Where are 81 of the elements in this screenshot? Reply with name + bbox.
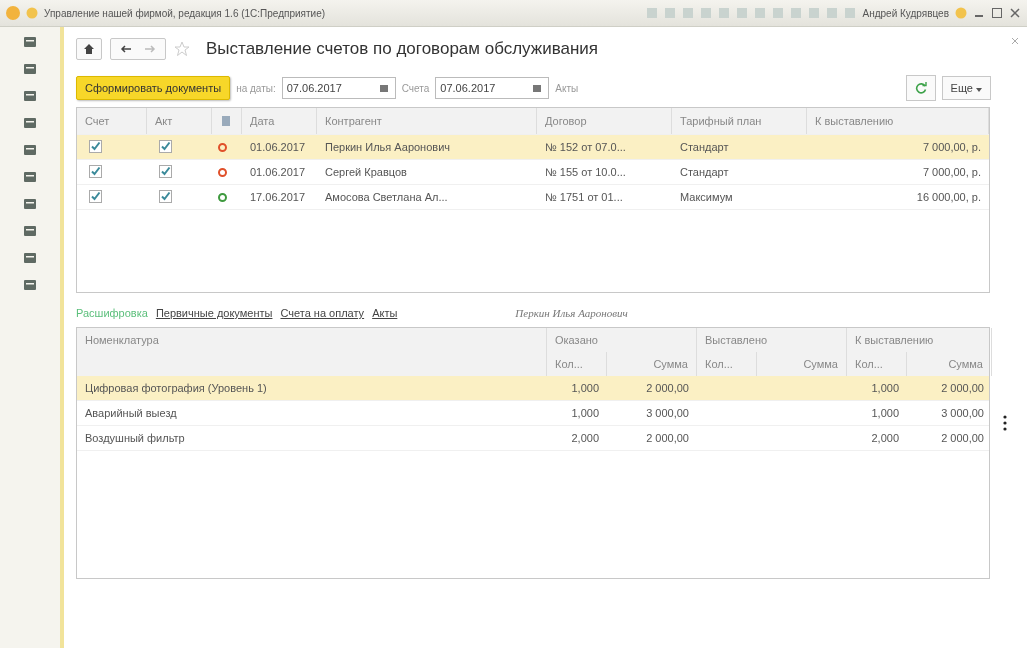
tab[interactable]: Первичные документы [155,307,273,319]
table-row[interactable]: 01.06.2017 Сергей Кравцов № 155 от 10.0... Стандарт 7 000,00, р. [77,160,989,185]
column-header[interactable]: Счет [77,108,147,134]
table-row[interactable]: 01.06.2017 Перкин Илья Ааронович № 152 от 07.0... Стандарт 7 000,00, р. [77,135,989,160]
column-header[interactable]: Тарифный план [672,108,807,134]
close-icon[interactable] [1009,7,1021,19]
more-options-icon[interactable] [1003,415,1007,431]
table-cell-text: 2,000 [870,432,900,444]
refresh-icon [914,82,927,94]
table-cell-text: № 1751 от 01... [544,191,624,203]
table-cell-text: Воздушный фильтр [84,432,186,444]
date-field[interactable]: 07.06.2017 [281,77,396,99]
page-title: Выставление счетов по договорам обслуживания [206,39,599,59]
table-cell-text: 2,000 [570,432,600,444]
table-cell-text: 01.06.2017 [249,141,307,153]
table-row[interactable]: Воздушный фильтр 2,000 2 000,00 2,000 2 000,00 [77,426,989,451]
table-cell-text: 7 000,00, р. [921,141,982,153]
more-button[interactable]: Еще [941,76,991,100]
column-header[interactable]: Выставлено [697,328,847,352]
table-cell-text: Стандарт [679,166,730,178]
acts-label: Акты [555,82,579,94]
table-cell-text: 2 000,00 [645,432,690,444]
table-cell-text: № 155 от 10.0... [544,166,627,178]
table-cell-text: 7 000,00, р. [921,166,982,178]
column-header[interactable]: Договор [537,108,672,134]
table-cell-text: 2 000,00 [645,382,690,394]
checkbox[interactable] [159,189,172,203]
column-header[interactable]: Дата [242,108,317,134]
date-input[interactable]: 07.06.2017 [282,82,369,94]
table-row[interactable]: Аварийный выезд 1,000 3 000,00 1,000 3 000,00 [77,401,989,426]
table-cell-text: Амосова Светлана Ал... [324,191,449,203]
document-icon[interactable] [220,115,232,127]
back-arrow-icon[interactable] [120,43,132,55]
tab[interactable]: Расшифровка [76,307,148,319]
table-row[interactable]: 17.06.2017 Амосова Светлана Ал... № 1751 от 01... Максимум 16 000,00, р. [77,185,989,210]
table-cell-text: 1,000 [570,382,600,394]
table-cell-text: 01.06.2017 [249,166,307,178]
table-cell-text: 17.06.2017 [249,191,307,203]
table-cell-text: Сергей Кравцов [324,166,408,178]
column-header[interactable]: К выставлению [847,328,992,352]
table-row[interactable]: Цифровая фотография (Уровень 1) 1,000 2 000,00 1,000 2 000,00 [77,376,989,401]
checkbox[interactable] [89,164,102,178]
app-logo-icon [6,6,20,20]
table-cell-text: 16 000,00, р. [915,191,982,203]
table-cell-text: Цифровая фотография (Уровень 1) [84,382,268,394]
date-label: на даты: [236,82,276,94]
home-icon [83,43,95,55]
column-header[interactable]: Контрагент [317,108,537,134]
table-cell-text: 1,000 [570,407,600,419]
table-cell-text: 1,000 [870,407,900,419]
table-cell-text: № 152 от 07.0... [544,141,627,153]
column-header[interactable]: Акт [147,108,212,134]
table-cell-text: 2 000,00 [940,432,985,444]
column-header[interactable]: К выставлению [807,108,989,134]
date-field[interactable]: 07.06.2017 [435,77,550,99]
counterparty-name: Перкин Илья Ааронович [515,307,628,319]
window-title: Управление нашей фирмой, редакция 1.6 (1С:Предприятие) [44,7,326,19]
caret-icon [976,88,982,92]
table-cell-text: 1,000 [870,382,900,394]
checkbox[interactable] [89,139,102,153]
user-name[interactable]: Андрей Кудрявцев [862,7,949,19]
close-icon[interactable] [1011,37,1019,45]
table-cell-text: 3 000,00 [645,407,690,419]
invoices-label: Счета [401,82,430,94]
maximize-icon[interactable] [991,7,1003,19]
table-cell-text: Аварийный выезд [84,407,178,419]
table-cell-text: Стандарт [679,141,730,153]
date-input[interactable]: 07.06.2017 [436,82,523,94]
table-cell-text: 2 000,00 [940,382,985,394]
checkbox[interactable] [159,139,172,153]
tab[interactable]: Счета на оплату [280,307,365,319]
table-cell-text: Перкин Илья Ааронович [324,141,452,153]
home-button[interactable] [76,38,102,60]
generate-documents-button[interactable]: Сформировать документы [76,76,231,100]
tab[interactable]: Акты [372,307,398,319]
refresh-button[interactable] [905,75,936,101]
table-cell-text: 3 000,00 [940,407,985,419]
checkbox[interactable] [159,164,172,178]
column-header[interactable]: Оказано [547,328,697,352]
table-cell-text: Максимум [679,191,734,203]
checkbox[interactable] [89,189,102,203]
